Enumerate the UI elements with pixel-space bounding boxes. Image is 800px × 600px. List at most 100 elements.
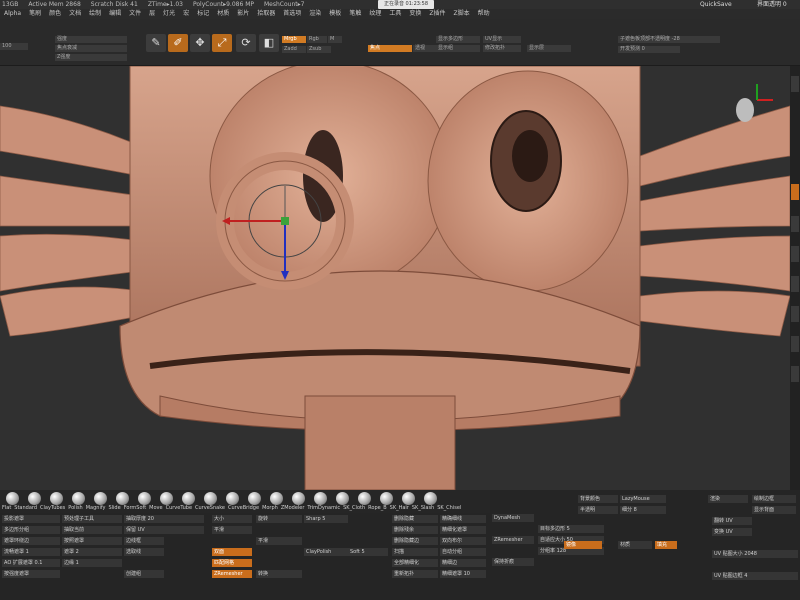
- zsub-button[interactable]: Zsub: [307, 46, 331, 53]
- panel-button[interactable]: 预处理子工具: [62, 515, 122, 523]
- brush-icon[interactable]: [380, 492, 393, 505]
- panel-slider[interactable]: Sharp 5: [304, 515, 348, 523]
- panel-button[interactable]: 全部精细化: [392, 559, 438, 567]
- menu-item[interactable]: 变换: [409, 9, 421, 19]
- menu-item[interactable]: 层: [149, 9, 155, 19]
- panel-button[interactable]: 精确细线: [440, 515, 486, 523]
- menu-item[interactable]: 材质: [217, 9, 229, 19]
- zadd-button[interactable]: Zadd: [282, 46, 306, 53]
- panel-button[interactable]: DynaMesh: [492, 514, 534, 522]
- panel-slider[interactable]: 抽取厚度 20: [124, 515, 204, 523]
- menu-item[interactable]: 拾取器: [257, 9, 275, 19]
- brush-label[interactable]: ClayTubes: [40, 505, 65, 513]
- panel-slider[interactable]: 流畅遮罩 1: [2, 548, 60, 556]
- panel-button[interactable]: 显示背面: [752, 506, 796, 514]
- focal-button[interactable]: 焦点: [368, 45, 412, 52]
- panel-button[interactable]: 投影遮罩: [2, 515, 60, 523]
- panel-toggle[interactable]: 双面: [212, 548, 252, 556]
- menu-item[interactable]: 颜色: [49, 9, 61, 19]
- brush-icon[interactable]: [424, 492, 437, 505]
- strip-button[interactable]: [791, 184, 799, 200]
- panel-button[interactable]: 边线框: [124, 537, 164, 545]
- draw-icon[interactable]: ✐: [168, 34, 188, 52]
- brush-icon[interactable]: [72, 492, 85, 505]
- menu-item[interactable]: 灯光: [163, 9, 175, 19]
- brush-icon[interactable]: [182, 492, 195, 505]
- brush-icon[interactable]: [50, 492, 63, 505]
- brush-icon[interactable]: [116, 492, 129, 505]
- panel-button[interactable]: 多边形分组: [2, 526, 60, 534]
- strip-button[interactable]: [791, 306, 799, 322]
- brush-label[interactable]: Slide: [108, 505, 120, 513]
- menu-item[interactable]: 首选项: [283, 9, 301, 19]
- menu-item[interactable]: 文件: [129, 9, 141, 19]
- panel-slider[interactable]: 目标多边形 5: [538, 525, 604, 533]
- panel-button[interactable]: 抽取当前: [62, 526, 122, 534]
- panel-button[interactable]: ZRemesher: [492, 536, 534, 544]
- quicksave-button[interactable]: QuickSave: [700, 0, 732, 9]
- recording-badge[interactable]: 正在录音 01:23:58: [378, 0, 434, 9]
- brush-label[interactable]: CurveSnake: [195, 505, 225, 513]
- shelf-field[interactable]: Z强度: [55, 54, 127, 61]
- panel-button[interactable]: 翻转 UV: [712, 517, 752, 525]
- panel-slider[interactable]: Soft 5: [348, 548, 388, 556]
- brush-icon[interactable]: [248, 492, 261, 505]
- shelf-field[interactable]: UV显示: [483, 36, 521, 43]
- brush-label[interactable]: TrimDynamic: [307, 505, 340, 513]
- menu-item[interactable]: 笔触: [349, 9, 361, 19]
- shelf-field[interactable]: 显示层: [527, 45, 571, 52]
- panel-button[interactable]: 删除残余: [392, 526, 438, 534]
- brush-icon[interactable]: [138, 492, 151, 505]
- brush-label[interactable]: SK_Chisel: [437, 505, 461, 513]
- menu-item[interactable]: 笔刷: [29, 9, 41, 19]
- panel-button[interactable]: 半透明: [578, 506, 618, 514]
- brush-label[interactable]: Magnify: [86, 505, 106, 513]
- strip-button[interactable]: [791, 246, 799, 262]
- menu-item[interactable]: 渲染: [309, 9, 321, 19]
- menu-item[interactable]: 纹理: [369, 9, 381, 19]
- strip-button[interactable]: [791, 336, 799, 352]
- panel-button[interactable]: 保持折痕: [492, 558, 534, 566]
- panel-button[interactable]: 自动分组: [440, 548, 486, 556]
- panel-button[interactable]: 保留 UV: [124, 526, 204, 534]
- scale-icon[interactable]: ⤢: [212, 34, 232, 52]
- panel-button[interactable]: 渲染: [708, 495, 748, 503]
- shelf-field[interactable]: 强度: [55, 36, 127, 43]
- brush-label[interactable]: CurveTube: [166, 505, 192, 513]
- shelf-field[interactable]: 焦点衰减: [55, 45, 127, 52]
- brush-label[interactable]: SK_Cloth: [343, 505, 365, 513]
- brush-label[interactable]: SK_Slash: [412, 505, 434, 513]
- brush-icon[interactable]: [402, 492, 415, 505]
- panel-button[interactable]: 平滑: [256, 537, 302, 545]
- shelf-field[interactable]: 显示组: [436, 45, 480, 52]
- brush-label[interactable]: ZModeler: [281, 505, 305, 513]
- panel-button[interactable]: ClayPolish: [304, 548, 348, 556]
- brush-label[interactable]: SK_Hair: [390, 505, 409, 513]
- edit-icon[interactable]: ✎: [146, 34, 166, 52]
- menu-item[interactable]: Z插件: [429, 9, 445, 19]
- menu-item[interactable]: 绘制: [89, 9, 101, 19]
- lazymouse-button[interactable]: LazyMouse: [620, 495, 666, 503]
- panel-button[interactable]: 按照遮罩: [62, 537, 122, 545]
- strip-button[interactable]: [791, 76, 799, 92]
- strip-button[interactable]: [791, 276, 799, 292]
- panel-button[interactable]: 背景颜色: [578, 495, 618, 503]
- brush-icon[interactable]: [292, 492, 305, 505]
- brush-icon[interactable]: [358, 492, 371, 505]
- panel-slider[interactable]: 边缘 1: [62, 559, 122, 567]
- persp-button[interactable]: 透视: [413, 45, 437, 52]
- menu-item[interactable]: 宏: [183, 9, 189, 19]
- strip-button[interactable]: [791, 366, 799, 382]
- rgb-button[interactable]: Rgb: [307, 36, 327, 43]
- brush-icon[interactable]: [336, 492, 349, 505]
- menu-item[interactable]: 标记: [197, 9, 209, 19]
- brush-icon[interactable]: [160, 492, 173, 505]
- panel-button[interactable]: 精细边: [440, 559, 486, 567]
- panel-button[interactable]: 变换 UV: [712, 528, 752, 536]
- panel-button[interactable]: 重新拓扑: [392, 570, 438, 578]
- draw-size-value[interactable]: 100: [0, 43, 28, 50]
- brush-label[interactable]: Move: [149, 505, 162, 513]
- brush-icon[interactable]: [226, 492, 239, 505]
- panel-button[interactable]: 转换: [256, 570, 302, 578]
- panel-toggle[interactable]: 匹配网格: [212, 559, 252, 567]
